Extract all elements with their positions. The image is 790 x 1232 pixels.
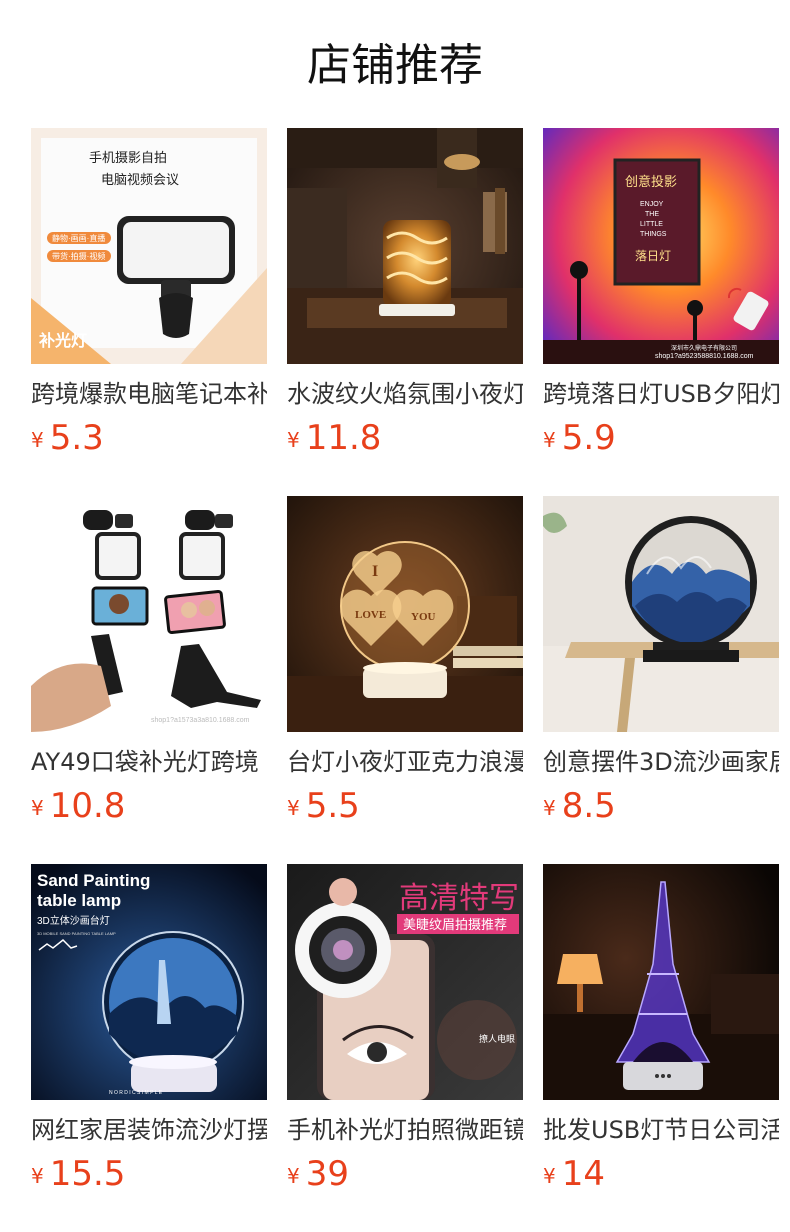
water-ripple-lamp-image (287, 128, 523, 364)
product-card[interactable]: Sand Painting table lamp 3D立体沙画台灯 3D MOB… (31, 864, 267, 1194)
price-amount: 15.5 (49, 1154, 126, 1194)
product-price: ¥11.8 (287, 416, 381, 460)
svg-text:LITTLE: LITTLE (640, 221, 663, 228)
svg-text:table lamp: table lamp (37, 891, 121, 910)
product-price: ¥5.5 (287, 784, 360, 828)
product-image[interactable]: Sand Painting table lamp 3D立体沙画台灯 3D MOB… (31, 864, 267, 1100)
product-image[interactable]: I LOVE YOU (287, 496, 523, 732)
svg-text:撩人电眼: 撩人电眼 (479, 1033, 515, 1044)
product-price: ¥15.5 (31, 1152, 125, 1196)
eiffel-tower-lamp-image (543, 864, 779, 1100)
product-image[interactable] (543, 864, 779, 1100)
svg-text:I: I (372, 563, 378, 580)
product-price: ¥39 (287, 1152, 349, 1196)
product-name[interactable]: 网红家居装饰流沙灯摆件 (31, 1113, 267, 1147)
currency-symbol: ¥ (31, 796, 44, 820)
product-image[interactable]: 高清特写 美睫纹眉拍摄推荐 撩人电眼 (287, 864, 523, 1100)
price-amount: 5.9 (561, 418, 616, 458)
product-price: ¥5.3 (31, 416, 104, 460)
svg-text:手机摄影自拍: 手机摄影自拍 (89, 150, 167, 165)
currency-symbol: ¥ (287, 796, 300, 820)
svg-text:shop1?a1573a3a810.1688.com: shop1?a1573a3a810.1688.com (151, 717, 250, 724)
currency-symbol: ¥ (287, 1164, 300, 1188)
product-image[interactable]: 手机摄影自拍 电脑视频会议 静物·画画·直播 带货·拍摄·视频 补光灯 (31, 128, 267, 364)
currency-symbol: ¥ (543, 428, 556, 452)
svg-text:3D MOBILE SAND PAINTING TABLE: 3D MOBILE SAND PAINTING TABLE LAMP (37, 931, 116, 936)
svg-text:YOU: YOU (411, 611, 436, 623)
phone-ring-light-image: 高清特写 美睫纹眉拍摄推荐 撩人电眼 (287, 864, 523, 1100)
product-price: ¥10.8 (31, 784, 125, 828)
section-title: 店铺推荐 (307, 40, 483, 91)
product-card[interactable]: 水波纹火焰氛围小夜灯 ¥11.8 (287, 128, 523, 458)
product-card[interactable]: 创意摆件3D流沙画家居 ¥8.5 (543, 496, 779, 826)
product-card[interactable]: 批发USB灯节日公司活动 ¥14 (543, 864, 779, 1194)
svg-text:电脑视频会议: 电脑视频会议 (101, 172, 179, 187)
product-name[interactable]: AY49口袋补光灯跨境 (31, 745, 267, 779)
product-name[interactable]: 台灯小夜灯亚克力浪漫 (287, 745, 523, 779)
product-name[interactable]: 水波纹火焰氛围小夜灯 (287, 377, 523, 411)
product-image[interactable]: 创意投影 ENJOY THE LITTLE THINGS 落日灯 深圳市久鼎电子… (543, 128, 779, 364)
price-amount: 14 (561, 1154, 605, 1194)
sand-art-frame-image (543, 496, 779, 732)
currency-symbol: ¥ (543, 796, 556, 820)
fill-light-clip-image: 手机摄影自拍 电脑视频会议 静物·画画·直播 带货·拍摄·视频 补光灯 (31, 128, 267, 364)
price-amount: 39 (305, 1154, 349, 1194)
svg-text:Sand Painting: Sand Painting (37, 871, 150, 890)
svg-text:落日灯: 落日灯 (635, 249, 671, 263)
svg-text:高清特写: 高清特写 (399, 882, 519, 915)
svg-text:shop1?a9523588810.1688.com: shop1?a9523588810.1688.com (655, 353, 754, 360)
sunset-lamp-image: 创意投影 ENJOY THE LITTLE THINGS 落日灯 深圳市久鼎电子… (543, 128, 779, 364)
product-price: ¥5.9 (543, 416, 616, 460)
product-card[interactable]: 手机摄影自拍 电脑视频会议 静物·画画·直播 带货·拍摄·视频 补光灯 跨境爆款… (31, 128, 267, 458)
svg-text:补光灯: 补光灯 (38, 331, 87, 350)
currency-symbol: ¥ (31, 1164, 44, 1188)
svg-text:ENJOY: ENJOY (640, 201, 664, 208)
svg-text:N O R D I C S I M P L E: N O R D I C S I M P L E (109, 1090, 163, 1096)
product-card[interactable]: shop1?a1573a3a810.1688.com AY49口袋补光灯跨境 ¥… (31, 496, 267, 826)
product-name[interactable]: 批发USB灯节日公司活动 (543, 1113, 779, 1147)
product-name[interactable]: 手机补光灯拍照微距镜头 (287, 1113, 523, 1147)
product-name[interactable]: 跨境爆款电脑笔记本补光灯 (31, 377, 267, 411)
svg-text:美睫纹眉拍摄推荐: 美睫纹眉拍摄推荐 (403, 917, 507, 932)
svg-text:创意投影: 创意投影 (625, 174, 677, 189)
svg-text:带货·拍摄·视频: 带货·拍摄·视频 (52, 251, 105, 261)
product-image[interactable]: shop1?a1573a3a810.1688.com (31, 496, 267, 732)
price-amount: 10.8 (49, 786, 126, 826)
currency-symbol: ¥ (31, 428, 44, 452)
svg-text:3D立体沙画台灯: 3D立体沙画台灯 (37, 914, 110, 927)
currency-symbol: ¥ (287, 428, 300, 452)
product-card[interactable]: 高清特写 美睫纹眉拍摄推荐 撩人电眼 手机补光灯拍照微距镜头 ¥39 (287, 864, 523, 1194)
product-card[interactable]: I LOVE YOU 台灯小夜灯亚克力浪漫 ¥5.5 (287, 496, 523, 826)
price-amount: 5.3 (49, 418, 104, 458)
price-amount: 11.8 (305, 418, 382, 458)
svg-text:静物·画画·直播: 静物·画画·直播 (52, 233, 105, 243)
price-amount: 5.5 (305, 786, 360, 826)
heart-acrylic-lamp-image: I LOVE YOU (287, 496, 523, 732)
product-name[interactable]: 跨境落日灯USB夕阳灯 (543, 377, 779, 411)
svg-text:LOVE: LOVE (355, 609, 386, 621)
product-card[interactable]: 创意投影 ENJOY THE LITTLE THINGS 落日灯 深圳市久鼎电子… (543, 128, 779, 458)
sand-painting-lamp-image: Sand Painting table lamp 3D立体沙画台灯 3D MOB… (31, 864, 267, 1100)
product-name[interactable]: 创意摆件3D流沙画家居 (543, 745, 779, 779)
currency-symbol: ¥ (543, 1164, 556, 1188)
product-price: ¥14 (543, 1152, 605, 1196)
product-price: ¥8.5 (543, 784, 616, 828)
store-recommendation-page: 店铺推荐 手机摄影自拍 电脑视频会议 静物·画画·直播 带货·拍摄·视频 补光灯… (0, 0, 790, 1232)
svg-text:深圳市久鼎电子有限公司: 深圳市久鼎电子有限公司 (671, 344, 737, 352)
product-image[interactable] (543, 496, 779, 732)
product-image[interactable] (287, 128, 523, 364)
vlog-kit-image: shop1?a1573a3a810.1688.com (31, 496, 267, 732)
svg-text:THE: THE (645, 211, 659, 218)
svg-text:THINGS: THINGS (640, 231, 667, 238)
price-amount: 8.5 (561, 786, 616, 826)
